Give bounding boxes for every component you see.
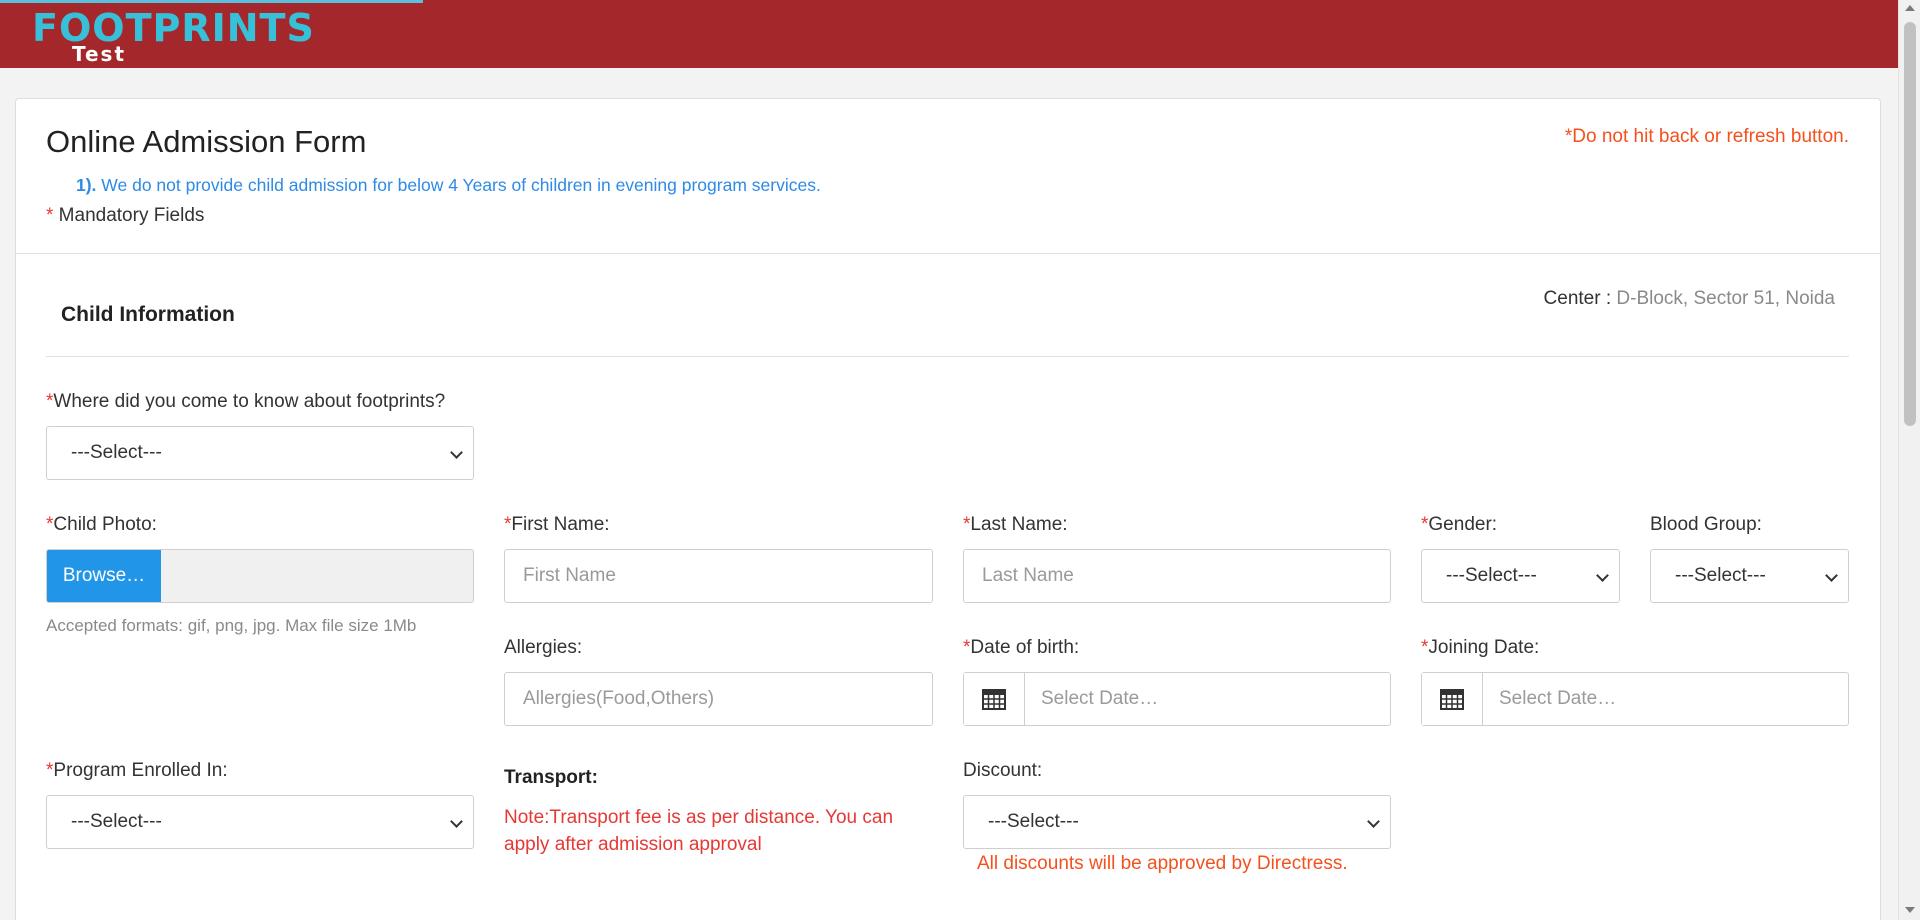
scroll-up-icon[interactable]	[1905, 5, 1915, 11]
gender-select[interactable]: ---Select---	[1421, 549, 1620, 603]
center-label: Center :	[1543, 288, 1612, 309]
discount-note: All discounts will be approved by Direct…	[977, 853, 1348, 874]
source-label-text: Where did you come to know about footpri…	[53, 391, 446, 412]
admission-notice: 1). We do not provide child admission fo…	[76, 175, 821, 196]
dob-input[interactable]	[1025, 673, 1389, 725]
blood-group-select[interactable]: ---Select---	[1650, 549, 1849, 603]
joining-calendar-button[interactable]	[1422, 673, 1483, 725]
logo-subtitle: Test	[72, 42, 127, 66]
dob-calendar-button[interactable]	[964, 673, 1025, 725]
photo-label: *Child Photo:	[46, 514, 157, 536]
section-title: Child Information	[61, 303, 235, 326]
allergies-input[interactable]	[504, 672, 933, 726]
dob-date-picker[interactable]	[963, 672, 1391, 726]
chevron-down-icon	[1367, 815, 1380, 828]
program-label-text: Program Enrolled In:	[53, 760, 228, 781]
notice-number: 1).	[76, 175, 97, 195]
refresh-warning: *Do not hit back or refresh button.	[1564, 126, 1849, 147]
discount-select-value: ---Select---	[988, 811, 1079, 832]
source-label: *Where did you come to know about footpr…	[46, 391, 445, 413]
dob-label: *Date of birth:	[963, 637, 1079, 659]
program-select-value: ---Select---	[71, 811, 162, 832]
scroll-down-icon[interactable]	[1905, 907, 1915, 913]
section-divider	[46, 356, 1849, 357]
center-value: D-Block, Sector 51, Noida	[1611, 288, 1835, 309]
joining-date-input[interactable]	[1483, 673, 1847, 725]
calendar-icon	[1440, 689, 1464, 710]
transport-note: Note:Transport fee is as per distance. Y…	[504, 807, 894, 855]
joining-date-label: *Joining Date:	[1421, 637, 1539, 659]
mandatory-text: Mandatory Fields	[53, 205, 205, 226]
program-label: *Program Enrolled In:	[46, 760, 228, 782]
dob-label-text: Date of birth:	[970, 637, 1080, 658]
first-name-input[interactable]	[504, 549, 933, 603]
page-load-progress	[0, 0, 423, 3]
source-select-value: ---Select---	[71, 442, 162, 463]
gender-label-text: Gender:	[1428, 514, 1498, 535]
blood-group-select-value: ---Select---	[1675, 565, 1766, 586]
last-name-label-text: Last Name:	[970, 514, 1068, 535]
gender-select-value: ---Select---	[1446, 565, 1537, 586]
gender-label: *Gender:	[1421, 514, 1497, 536]
page-scrollbar[interactable]	[1898, 0, 1920, 920]
first-name-label-text: First Name:	[511, 514, 610, 535]
last-name-label: *Last Name:	[963, 514, 1068, 536]
transport-label: Transport:	[504, 767, 598, 788]
chevron-down-icon	[450, 815, 463, 828]
photo-help-text: Accepted formats: gif, png, jpg. Max fil…	[46, 616, 417, 635]
blood-group-label: Blood Group:	[1650, 514, 1762, 535]
header-bar: FOOTPRINTS Test	[0, 0, 1898, 68]
child-photo-file-input[interactable]: Browse…	[46, 549, 474, 603]
browse-button[interactable]: Browse…	[47, 550, 161, 602]
scroll-thumb[interactable]	[1904, 22, 1916, 426]
photo-label-text: Child Photo:	[53, 514, 157, 535]
divider	[16, 253, 1880, 254]
source-select[interactable]: ---Select---	[46, 426, 474, 480]
discount-select[interactable]: ---Select---	[963, 795, 1391, 849]
calendar-icon	[982, 689, 1006, 710]
program-select[interactable]: ---Select---	[46, 795, 474, 849]
first-name-label: *First Name:	[504, 514, 610, 536]
chevron-down-icon	[1825, 569, 1838, 582]
page-title: Online Admission Form	[46, 124, 367, 159]
mandatory-fields-note: * Mandatory Fields	[46, 205, 204, 227]
chevron-down-icon	[1596, 569, 1609, 582]
last-name-input[interactable]	[963, 549, 1391, 603]
notice-text: We do not provide child admission for be…	[96, 175, 821, 195]
joining-date-picker[interactable]	[1421, 672, 1849, 726]
discount-label: Discount:	[963, 760, 1043, 781]
allergies-label: Allergies:	[504, 637, 583, 658]
chevron-down-icon	[450, 446, 463, 459]
center-info: Center : D-Block, Sector 51, Noida	[1480, 288, 1835, 310]
joining-date-label-text: Joining Date:	[1428, 637, 1540, 658]
